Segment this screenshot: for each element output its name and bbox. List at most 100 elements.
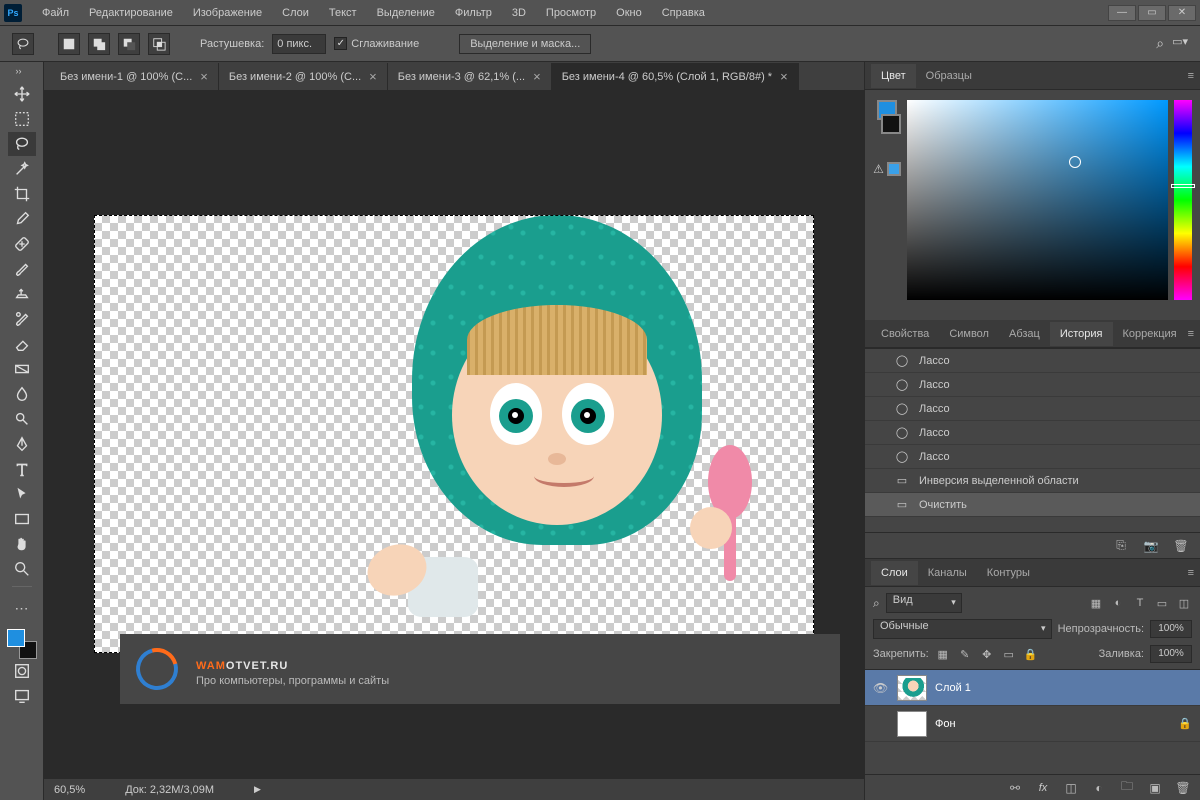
history-item[interactable]: ▭Инверсия выделенной области xyxy=(865,469,1200,493)
quickmask-tool[interactable] xyxy=(8,659,36,683)
layer-thumbnail[interactable] xyxy=(897,711,927,737)
window-maximize[interactable]: ▭ xyxy=(1138,5,1166,21)
document-tab[interactable]: Без имени-2 @ 100% (С...× xyxy=(219,63,388,90)
color-swatches[interactable] xyxy=(7,629,37,659)
search-icon[interactable]: ⌕ xyxy=(1156,35,1164,52)
clone-stamp-tool[interactable] xyxy=(8,282,36,306)
menu-Справка[interactable]: Справка xyxy=(652,0,715,25)
status-zoom[interactable]: 60,5% xyxy=(54,784,85,796)
tab-close-icon[interactable]: × xyxy=(780,69,788,84)
selection-intersect-icon[interactable] xyxy=(148,33,170,55)
layer-group-icon[interactable]: 🗀 xyxy=(1118,779,1136,797)
move-tool[interactable] xyxy=(8,82,36,106)
layer-fx-icon[interactable]: fx xyxy=(1034,779,1052,797)
screenmode-tool[interactable] xyxy=(8,684,36,708)
layer-new-icon[interactable]: ▣ xyxy=(1146,779,1164,797)
layer-mask-icon[interactable]: ◫ xyxy=(1062,779,1080,797)
filter-type-icon[interactable]: T xyxy=(1132,595,1148,611)
canvas-viewport[interactable]: WAMOTVET.RU Про компьютеры, программы и … xyxy=(44,90,864,778)
rectangle-tool[interactable] xyxy=(8,507,36,531)
tab-swatches[interactable]: Образцы xyxy=(916,64,982,88)
filter-pixel-icon[interactable]: ▦ xyxy=(1088,595,1104,611)
history-item[interactable]: ◯Лассо xyxy=(865,421,1200,445)
opacity-input[interactable]: 100% xyxy=(1150,620,1192,638)
window-close[interactable]: ✕ xyxy=(1168,5,1196,21)
tab-История[interactable]: История xyxy=(1050,322,1113,346)
layer-name[interactable]: Слой 1 xyxy=(935,682,971,694)
layer-filter-select[interactable]: Вид xyxy=(886,593,962,613)
color-small-swatch[interactable] xyxy=(887,162,901,176)
document-tab[interactable]: Без имени-3 @ 62,1% (...× xyxy=(388,63,552,90)
history-item[interactable]: ◯Лассо xyxy=(865,373,1200,397)
layer-link-icon[interactable]: ⚯ xyxy=(1006,779,1024,797)
healing-tool[interactable] xyxy=(8,232,36,256)
tab-paths[interactable]: Контуры xyxy=(977,561,1040,585)
menu-Просмотр[interactable]: Просмотр xyxy=(536,0,606,25)
layer-adjust-icon[interactable]: ◐ xyxy=(1090,779,1108,797)
lasso-tool[interactable] xyxy=(8,132,36,156)
gamut-warning-icon[interactable]: ⚠ xyxy=(873,162,884,176)
tab-close-icon[interactable]: × xyxy=(369,69,377,84)
lock-artboard-icon[interactable]: ▭ xyxy=(1001,646,1017,662)
selection-add-icon[interactable] xyxy=(88,33,110,55)
tab-close-icon[interactable]: × xyxy=(200,69,208,84)
tab-layers[interactable]: Слои xyxy=(871,561,918,585)
color-bg-swatch[interactable] xyxy=(881,114,901,134)
edit-toolbar[interactable]: ⋯ xyxy=(8,596,36,620)
dodge-tool[interactable] xyxy=(8,407,36,431)
history-item[interactable]: ▭Очистить xyxy=(865,493,1200,517)
menu-Текст[interactable]: Текст xyxy=(319,0,367,25)
blend-mode-select[interactable]: Обычные xyxy=(873,619,1052,639)
marquee-tool[interactable] xyxy=(8,107,36,131)
hand-tool[interactable] xyxy=(8,532,36,556)
layer-row[interactable]: Фон🔒 xyxy=(865,706,1200,742)
select-and-mask-button[interactable]: Выделение и маска... xyxy=(459,34,591,54)
panel-menu-icon[interactable]: ≡ xyxy=(1188,567,1194,579)
menu-Слои[interactable]: Слои xyxy=(272,0,319,25)
eraser-tool[interactable] xyxy=(8,332,36,356)
layer-trash-icon[interactable]: 🗑 xyxy=(1174,779,1192,797)
toolbar-expand-icon[interactable]: ›› xyxy=(16,66,28,78)
tab-color[interactable]: Цвет xyxy=(871,64,916,88)
menu-Фильтр[interactable]: Фильтр xyxy=(445,0,502,25)
history-trash-icon[interactable]: 🗑 xyxy=(1172,537,1190,555)
type-tool[interactable] xyxy=(8,457,36,481)
magic-wand-tool[interactable] xyxy=(8,157,36,181)
status-docsize[interactable]: Док: 2,32M/3,09M xyxy=(125,784,214,796)
layer-thumbnail[interactable] xyxy=(897,675,927,701)
blur-tool[interactable] xyxy=(8,382,36,406)
history-item[interactable]: ◯Лассо xyxy=(865,397,1200,421)
lock-brush-icon[interactable]: ✎ xyxy=(957,646,973,662)
layer-visibility-icon[interactable]: 👁 xyxy=(873,681,889,695)
history-newdoc-icon[interactable]: ⎘ xyxy=(1112,537,1130,555)
menu-Изображение[interactable]: Изображение xyxy=(183,0,272,25)
canvas[interactable] xyxy=(94,215,814,653)
feather-input[interactable] xyxy=(272,34,326,54)
crop-tool[interactable] xyxy=(8,182,36,206)
workspace-switcher-icon[interactable]: ▭▾ xyxy=(1172,35,1188,52)
lock-pixels-icon[interactable]: ▦ xyxy=(935,646,951,662)
color-field[interactable] xyxy=(907,100,1168,300)
tab-close-icon[interactable]: × xyxy=(533,69,541,84)
document-tab[interactable]: Без имени-4 @ 60,5% (Слой 1, RGB/8#) *× xyxy=(552,63,799,90)
tool-preset-lasso[interactable] xyxy=(12,33,34,55)
history-snapshot-icon[interactable]: 📷 xyxy=(1142,537,1160,555)
layer-name[interactable]: Фон xyxy=(935,718,956,730)
lock-all-icon[interactable]: 🔒 xyxy=(1023,646,1039,662)
layer-row[interactable]: 👁 Слой 1 xyxy=(865,670,1200,706)
selection-new-icon[interactable] xyxy=(58,33,80,55)
tab-Символ[interactable]: Символ xyxy=(939,322,999,346)
menu-Выделение[interactable]: Выделение xyxy=(367,0,445,25)
gradient-tool[interactable] xyxy=(8,357,36,381)
filter-smart-icon[interactable]: ◫ xyxy=(1176,595,1192,611)
menu-Файл[interactable]: Файл xyxy=(32,0,79,25)
fill-input[interactable]: 100% xyxy=(1150,645,1192,663)
history-item[interactable]: ◯Лассо xyxy=(865,445,1200,469)
filter-shape-icon[interactable]: ▭ xyxy=(1154,595,1170,611)
brush-tool[interactable] xyxy=(8,257,36,281)
history-brush-tool[interactable] xyxy=(8,307,36,331)
menu-Окно[interactable]: Окно xyxy=(606,0,652,25)
tab-Коррекция[interactable]: Коррекция xyxy=(1113,322,1187,346)
antialias-checkbox[interactable]: ✓ Сглаживание xyxy=(334,37,419,50)
menu-Редактирование[interactable]: Редактирование xyxy=(79,0,183,25)
